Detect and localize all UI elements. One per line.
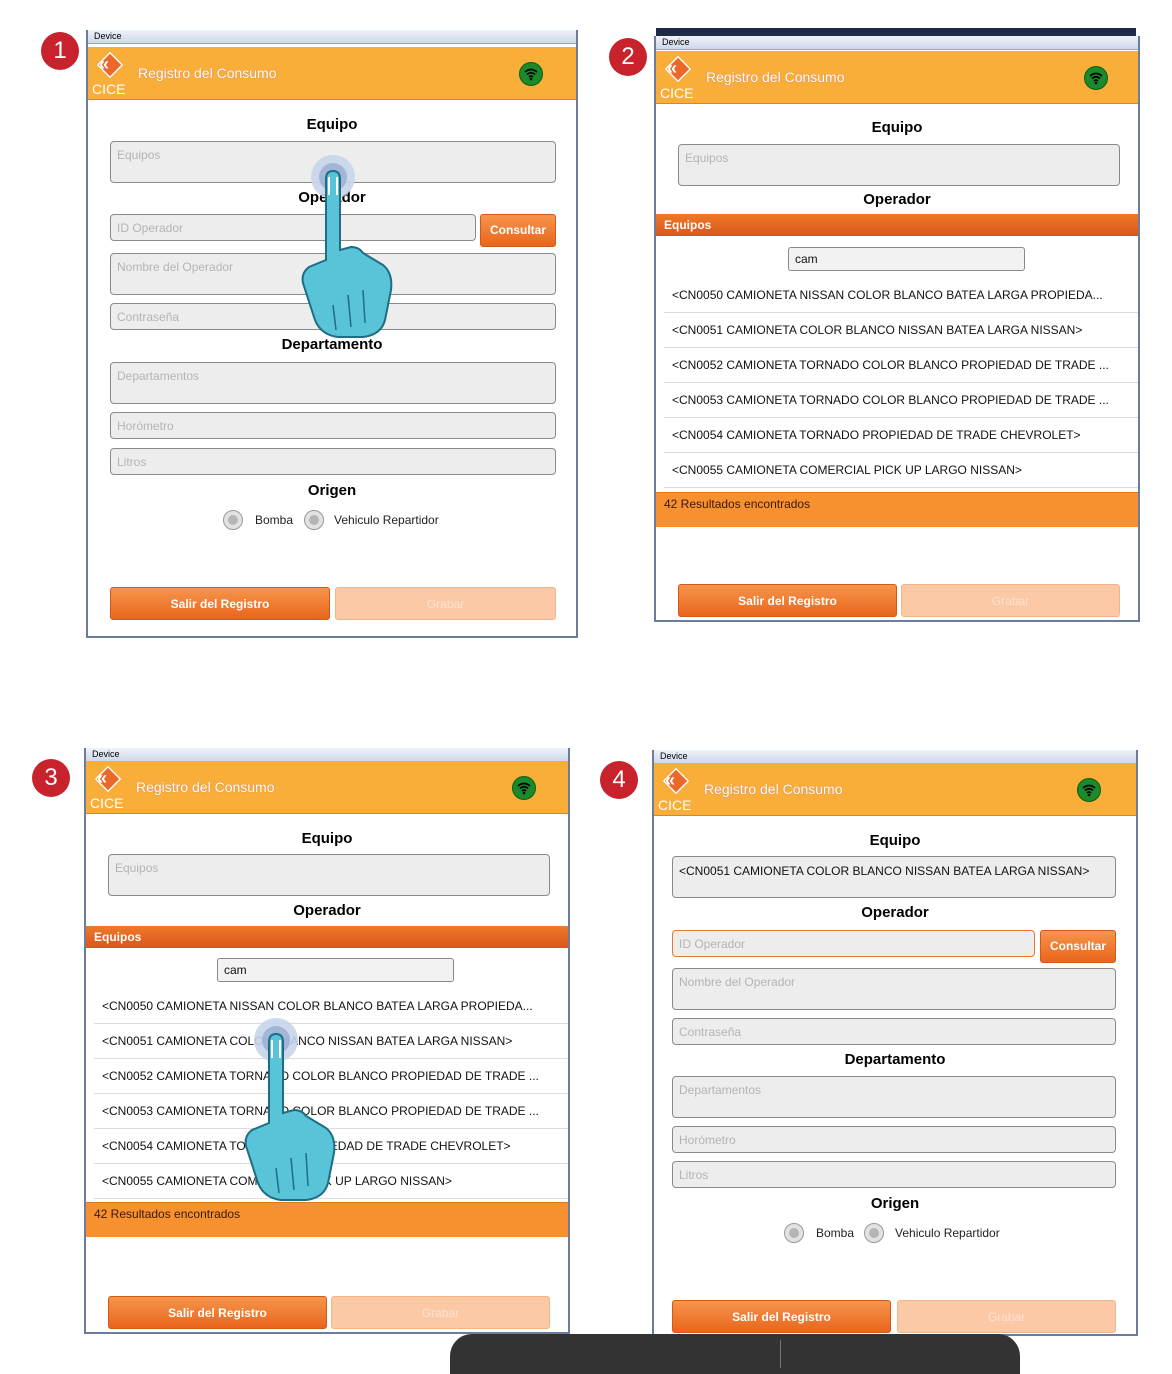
consultar-button[interactable]: Consultar (480, 214, 556, 247)
app-title: Registro del Consumo (706, 69, 845, 85)
list-item[interactable]: <CN0054 CAMIONETA TORNADO PROPIEDAD DE T… (664, 418, 1138, 453)
departamentos-field[interactable]: Departamentos (672, 1076, 1116, 1118)
screen-step-3: Device «CICE Registro del Consumo Equipo… (84, 748, 570, 1334)
list-item[interactable]: <CN0050 CAMIONETA NISSAN COLOR BLANCO BA… (664, 278, 1138, 313)
cice-logo-icon: «CICE (658, 766, 692, 812)
departamentos-field[interactable]: Departamentos (110, 362, 556, 404)
bomba-radio[interactable] (223, 510, 243, 530)
section-equipo: Equipo (869, 832, 921, 849)
cice-logo-icon: «CICE (660, 54, 694, 100)
list-item[interactable]: <CN0055 CAMIONETA COMERCIAL PICK UP LARG… (664, 453, 1138, 488)
screen-step-4: Device «CICE Registro del Consumo Equipo… (652, 750, 1138, 1336)
popup-search-input[interactable]: cam (217, 958, 454, 982)
equipos-popup: Equipos cam <CN0050 CAMIONETA NISSAN COL… (656, 214, 1138, 527)
section-departamento: Departamento (844, 1051, 946, 1068)
list-item[interactable]: <CN0053 CAMIONETA TORNADO COLOR BLANCO P… (664, 383, 1138, 418)
litros-field[interactable]: Litros (672, 1161, 1116, 1188)
vehiculo-radio[interactable] (304, 510, 324, 530)
app-header: «CICE Registro del Consumo (656, 51, 1138, 104)
origen-radio-group: Bomba Vehiculo Repartidor (88, 510, 576, 534)
app-title: Registro del Consumo (704, 781, 843, 797)
grabar-button[interactable]: Grabar (335, 587, 556, 620)
consultar-button[interactable]: Consultar (1040, 930, 1116, 963)
equipos-field[interactable]: Equipos (678, 144, 1120, 186)
salir-button[interactable]: Salir del Registro (110, 587, 330, 620)
equipos-field[interactable]: <CN0051 CAMIONETA COLOR BLANCO NISSAN BA… (672, 856, 1116, 898)
bomba-radio[interactable] (784, 1223, 804, 1243)
section-equipo: Equipo (306, 116, 358, 133)
grabar-button[interactable]: Grabar (331, 1296, 550, 1329)
popup-title: Equipos (86, 926, 568, 948)
section-equipo: Equipo (871, 119, 923, 136)
tap-hand-icon (244, 1018, 336, 1201)
step-badge-2: 2 (609, 38, 647, 76)
salir-button[interactable]: Salir del Registro (672, 1300, 891, 1333)
window-titlebar: Device (88, 30, 576, 44)
vehiculo-label: Vehiculo Repartidor (895, 1226, 1000, 1240)
app-header: «CICE Registro del Consumo (88, 47, 576, 100)
section-operador: Operador (861, 904, 929, 921)
list-item[interactable]: <CN0052 CAMIONETA TORNADO COLOR BLANCO P… (664, 348, 1138, 383)
salir-button[interactable]: Salir del Registro (108, 1296, 327, 1329)
step-badge-3: 3 (32, 759, 70, 797)
section-origen: Origen (870, 1195, 920, 1212)
bomba-label: Bomba (255, 513, 294, 527)
wifi-icon (519, 62, 543, 86)
wifi-icon (512, 776, 536, 800)
tap-hand-icon (301, 155, 393, 338)
vehiculo-label: Vehiculo Repartidor (334, 513, 439, 527)
step-badge-1: 1 (41, 32, 79, 70)
salir-button[interactable]: Salir del Registro (678, 584, 897, 617)
window-titlebar: Device (654, 750, 1136, 764)
section-origen: Origen (307, 482, 357, 499)
bottom-overlay-bar (450, 1334, 1020, 1374)
screen-step-1: Device «CICE Registro del Consumo Equipo… (86, 30, 578, 638)
cice-logo-icon: «CICE (92, 50, 126, 96)
horometro-field[interactable]: Horómetro (110, 412, 556, 439)
litros-field[interactable]: Litros (110, 448, 556, 475)
screen-step-2: Device «CICE Registro del Consumo Equipo… (654, 36, 1140, 622)
bomba-label: Bomba (816, 1226, 855, 1240)
results-count: 42 Resultados encontrados (656, 492, 1138, 527)
popup-title: Equipos (656, 214, 1138, 236)
id-operador-field[interactable]: ID Operador (672, 930, 1035, 957)
app-header: «CICE Registro del Consumo (86, 761, 568, 814)
vehiculo-radio[interactable] (864, 1223, 884, 1243)
nombre-operador-field[interactable]: Nombre del Operador (672, 968, 1116, 1010)
section-equipo: Equipo (301, 830, 353, 847)
grabar-button[interactable]: Grabar (897, 1300, 1116, 1333)
window-titlebar: Device (86, 748, 568, 762)
wifi-icon (1084, 66, 1108, 90)
app-title: Registro del Consumo (136, 779, 275, 795)
wifi-icon (1077, 778, 1101, 802)
equipos-field[interactable]: Equipos (108, 854, 550, 896)
origen-radio-group: Bomba Vehiculo Repartidor (654, 1223, 1136, 1247)
grabar-button[interactable]: Grabar (901, 584, 1120, 617)
app-header: «CICE Registro del Consumo (654, 763, 1136, 816)
contrasena-field[interactable]: Contraseña (672, 1018, 1116, 1045)
popup-search-input[interactable]: cam (788, 247, 1025, 271)
section-operador: Operador (293, 902, 361, 919)
app-title: Registro del Consumo (138, 65, 277, 81)
list-item[interactable]: <CN0051 CAMIONETA COLOR BLANCO NISSAN BA… (664, 313, 1138, 348)
step-badge-4: 4 (600, 761, 638, 799)
window-titlebar: Device (656, 36, 1138, 50)
horometro-field[interactable]: Horómetro (672, 1126, 1116, 1153)
section-operador: Operador (863, 191, 931, 208)
cice-logo-icon: «CICE (90, 764, 124, 810)
